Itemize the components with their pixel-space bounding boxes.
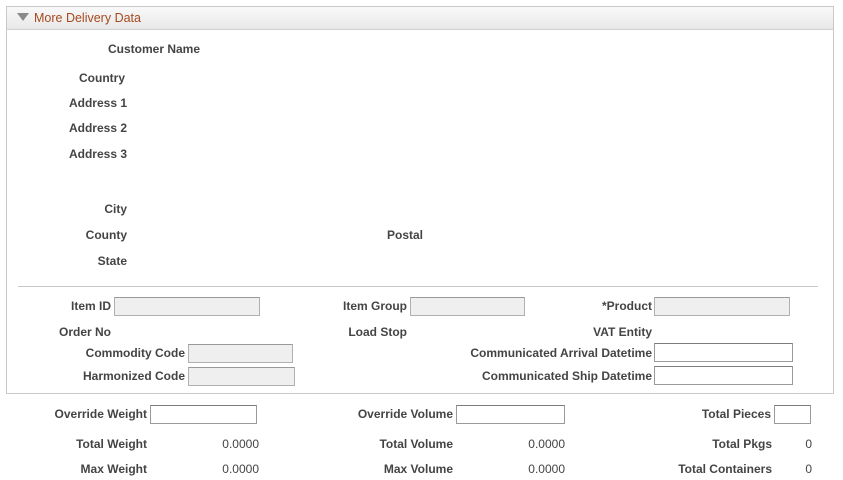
communicated-ship-label: Communicated Ship Datetime bbox=[481, 369, 652, 383]
item-group-label: Item Group bbox=[342, 299, 407, 313]
product-label: *Product bbox=[601, 299, 652, 313]
total-pieces-field[interactable] bbox=[774, 405, 811, 424]
order-no-label: Order No bbox=[58, 325, 111, 339]
more-delivery-data-panel: More Delivery Data bbox=[6, 6, 834, 394]
total-volume-value: 0.0000 bbox=[528, 437, 565, 451]
total-weight-label: Total Weight bbox=[76, 437, 147, 451]
section-divider bbox=[18, 286, 818, 287]
max-volume-label: Max Volume bbox=[383, 462, 453, 476]
total-pieces-label: Total Pieces bbox=[701, 407, 771, 421]
postal-label: Postal bbox=[387, 228, 424, 242]
harmonized-code-field[interactable] bbox=[188, 367, 295, 386]
item-group-field[interactable] bbox=[410, 297, 525, 316]
commodity-code-label: Commodity Code bbox=[85, 346, 185, 360]
override-volume-field[interactable] bbox=[456, 405, 565, 424]
state-label: State bbox=[97, 254, 127, 268]
total-containers-label: Total Containers bbox=[678, 462, 772, 476]
panel-title[interactable]: More Delivery Data bbox=[34, 11, 141, 25]
commodity-code-field[interactable] bbox=[188, 344, 293, 363]
override-volume-label: Override Volume bbox=[357, 407, 453, 421]
item-id-field[interactable] bbox=[114, 297, 260, 316]
product-field[interactable] bbox=[654, 297, 790, 316]
total-pkgs-value: 0 bbox=[805, 437, 812, 451]
harmonized-code-label: Harmonized Code bbox=[82, 369, 185, 383]
max-weight-label: Max Weight bbox=[80, 462, 147, 476]
communicated-arrival-field[interactable] bbox=[654, 343, 793, 362]
country-label: Country bbox=[79, 71, 125, 85]
max-weight-value: 0.0000 bbox=[222, 462, 259, 476]
address1-label: Address 1 bbox=[68, 96, 127, 110]
communicated-arrival-label: Communicated Arrival Datetime bbox=[470, 346, 652, 360]
city-label: City bbox=[104, 202, 127, 216]
county-label: County bbox=[85, 228, 127, 242]
panel-header[interactable]: More Delivery Data bbox=[7, 7, 833, 30]
address3-label: Address 3 bbox=[68, 147, 127, 161]
total-containers-value: 0 bbox=[805, 462, 812, 476]
load-stop-label: Load Stop bbox=[348, 325, 407, 339]
item-id-label: Item ID bbox=[70, 299, 111, 313]
vat-entity-label: VAT Entity bbox=[593, 325, 652, 339]
override-weight-label: Override Weight bbox=[54, 407, 147, 421]
total-volume-label: Total Volume bbox=[379, 437, 453, 451]
communicated-ship-field[interactable] bbox=[654, 366, 793, 385]
total-pkgs-label: Total Pkgs bbox=[712, 437, 772, 451]
address2-label: Address 2 bbox=[68, 121, 127, 135]
max-volume-value: 0.0000 bbox=[528, 462, 565, 476]
total-weight-value: 0.0000 bbox=[222, 437, 259, 451]
customer-name-label: Customer Name bbox=[108, 42, 201, 56]
collapse-triangle-icon[interactable] bbox=[17, 13, 29, 21]
override-weight-field[interactable] bbox=[150, 405, 257, 424]
